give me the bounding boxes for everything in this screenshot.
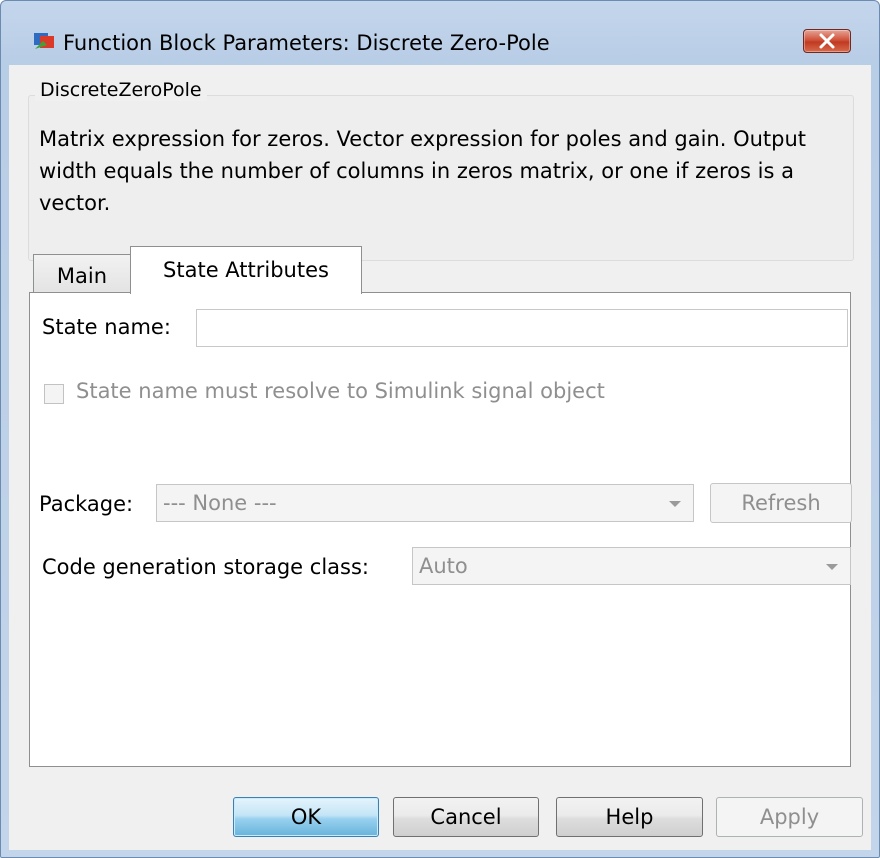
tab-main[interactable]: Main [33,254,131,293]
state-attributes-panel: State name: State name must resolve to S… [29,292,852,767]
storage-class-label: Code generation storage class: [42,555,369,579]
cancel-button[interactable]: Cancel [393,797,539,837]
simulink-app-icon [34,33,54,49]
package-label: Package: [39,492,134,516]
ok-button[interactable]: OK [233,797,379,837]
state-name-input[interactable] [196,309,848,347]
close-button[interactable] [803,29,851,53]
title-bar[interactable]: Function Block Parameters: Discrete Zero… [1,1,879,55]
close-icon [819,33,835,49]
apply-button[interactable]: Apply [716,797,863,837]
dialog-client-area: DiscreteZeroPole Matrix expression for z… [9,65,871,850]
resolve-signal-label: State name must resolve to Simulink sign… [76,379,605,403]
chevron-down-icon [826,564,838,570]
storage-class-dropdown-value: Auto [419,554,468,578]
state-name-label: State name: [42,315,171,339]
group-title: DiscreteZeroPole [35,79,207,101]
package-dropdown[interactable]: --- None --- [156,484,694,522]
package-dropdown-value: --- None --- [163,491,277,515]
tab-state-attributes[interactable]: State Attributes [130,246,362,294]
storage-class-dropdown[interactable]: Auto [412,547,851,585]
window-title: Function Block Parameters: Discrete Zero… [63,31,550,55]
help-button[interactable]: Help [556,797,703,837]
block-description-text: Matrix expression for zeros. Vector expr… [39,127,807,215]
dialog-window: Function Block Parameters: Discrete Zero… [0,0,880,858]
refresh-button[interactable]: Refresh [710,483,852,523]
resolve-signal-checkbox[interactable] [44,384,64,404]
chevron-down-icon [669,501,681,507]
